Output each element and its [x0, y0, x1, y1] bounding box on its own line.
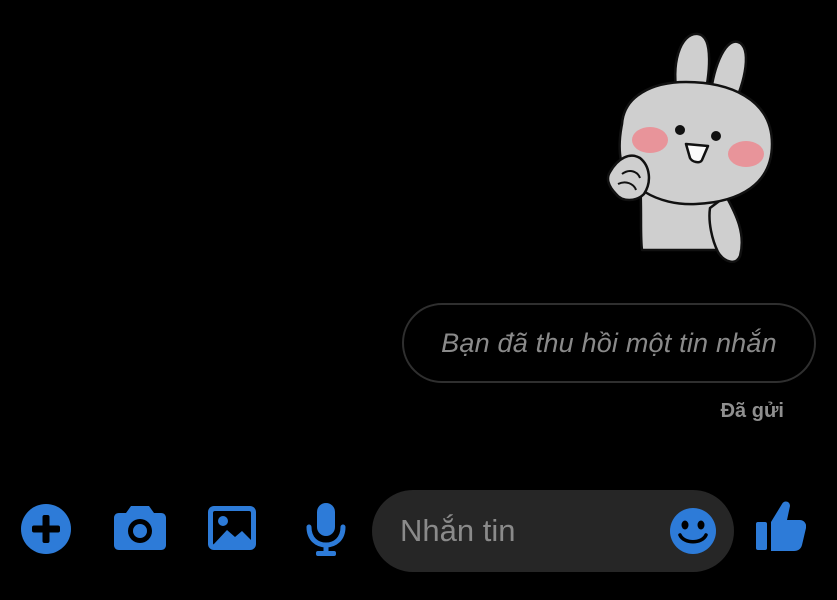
recalled-message-text: Bạn đã thu hồi một tin nhắn — [441, 327, 777, 358]
image-icon[interactable] — [208, 506, 256, 550]
waving-bunny-icon — [606, 32, 774, 264]
camera-icon[interactable] — [113, 504, 167, 552]
message-field[interactable] — [372, 490, 734, 572]
sent-status: Đã gửi — [720, 400, 784, 422]
message-input[interactable] — [400, 490, 660, 572]
microphone-icon[interactable] — [306, 503, 346, 557]
message-composer — [0, 486, 837, 580]
thumbs-up-icon[interactable] — [756, 500, 806, 552]
plus-circle-icon[interactable] — [20, 503, 72, 555]
smiley-icon[interactable] — [669, 508, 717, 554]
recalled-message-bubble[interactable]: Bạn đã thu hồi một tin nhắn — [402, 303, 816, 383]
bunny-sticker[interactable] — [600, 26, 785, 268]
